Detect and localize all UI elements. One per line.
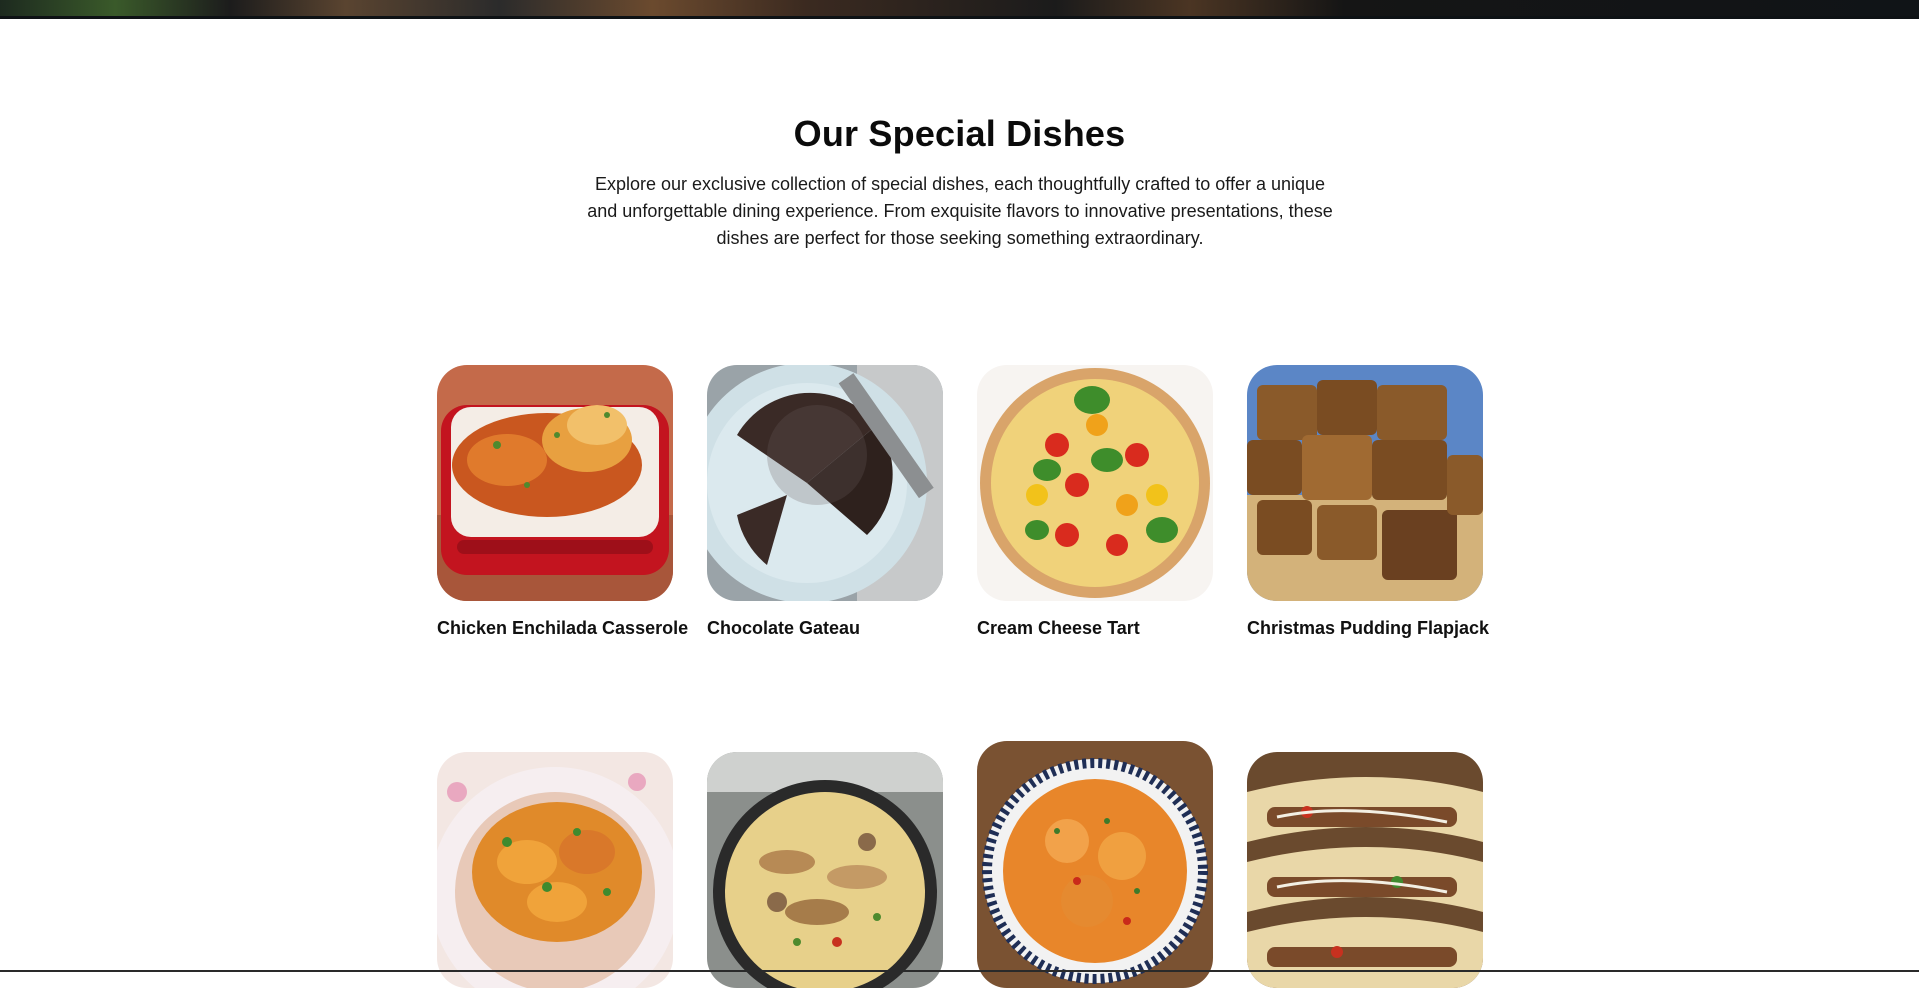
dish-name[interactable]: Chicken Enchilada Casserole [437, 618, 673, 639]
dish-name[interactable]: Chocolate Gateau [707, 618, 943, 639]
dish-card[interactable] [1247, 752, 1483, 1005]
dish-image-cream-cheese-tart[interactable] [977, 365, 1213, 601]
dish-image-penne-pasta-bowl[interactable] [977, 741, 1213, 988]
dish-card[interactable] [977, 741, 1213, 1005]
dish-image-chicken-pasta-skillet[interactable] [707, 752, 943, 988]
dish-image-chicken-enchilada-casserole[interactable] [437, 365, 673, 601]
dish-card[interactable]: Chocolate Gateau [707, 365, 943, 639]
dish-image-curry-chicken[interactable] [437, 752, 673, 988]
hero-image-strip [0, 0, 1919, 19]
dish-card[interactable] [437, 752, 673, 1005]
dish-image-christmas-pudding-flapjack[interactable] [1247, 365, 1483, 601]
dish-card[interactable] [707, 752, 943, 1005]
section-title: Our Special Dishes [0, 113, 1919, 155]
dish-name[interactable]: Cream Cheese Tart [977, 618, 1213, 639]
section-description: Explore our exclusive collection of spec… [580, 171, 1340, 252]
dish-card[interactable]: Christmas Pudding Flapjack [1247, 365, 1483, 639]
dish-image-chicken-tacos[interactable] [1247, 752, 1483, 988]
dish-name[interactable]: Christmas Pudding Flapjack [1247, 618, 1483, 639]
dish-card[interactable]: Cream Cheese Tart [977, 365, 1213, 639]
special-dishes-section: Our Special Dishes Explore our exclusive… [0, 19, 1919, 972]
dish-image-chocolate-gateau[interactable] [707, 365, 943, 601]
dish-card[interactable]: Chicken Enchilada Casserole [437, 365, 673, 639]
